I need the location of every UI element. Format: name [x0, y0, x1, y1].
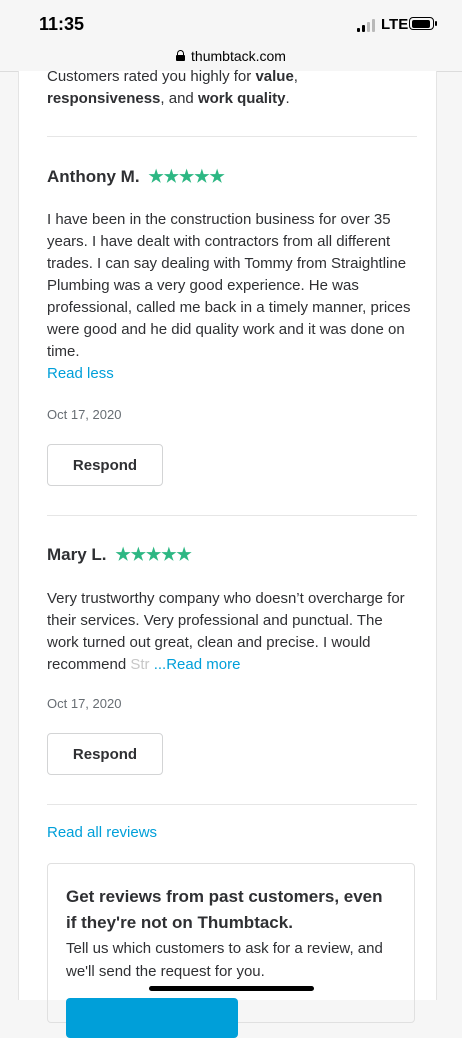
promo-action-button[interactable] — [66, 998, 238, 1038]
request-reviews-promo: Get reviews from past customers, even if… — [47, 863, 415, 1038]
star-rating-icon: ★★★★★ — [148, 167, 225, 186]
home-indicator[interactable] — [149, 986, 314, 991]
read-less-link[interactable]: Read less — [47, 365, 114, 382]
attr-work-quality: work quality — [197, 90, 286, 107]
promo-text: Tell us which customers to ask for a rev… — [66, 940, 383, 980]
promo-title: Get reviews from past customers, even if… — [66, 887, 383, 932]
divider — [47, 804, 417, 805]
status-time: 11:35 — [39, 14, 85, 34]
star-rating-icon: ★★★★★ — [115, 545, 192, 564]
review-date: Oct 17, 2020 — [47, 696, 122, 711]
signal-icon — [357, 18, 377, 32]
truncated-text: Str — [130, 656, 150, 673]
attr-value: value — [255, 68, 294, 85]
attr-responsiveness: responsiveness — [47, 90, 161, 107]
reviewer-header: Mary L. ★★★★★ — [47, 545, 417, 565]
network-label: LTE — [381, 16, 409, 33]
review-text: Very trustworthy company who doesn’t ove… — [47, 590, 405, 673]
url-text: thumbtack.com — [191, 47, 286, 64]
review-text: I have been in the construction business… — [47, 211, 411, 382]
reviewer-name: Anthony M. — [47, 167, 140, 186]
reviewer-name: Mary L. — [47, 545, 107, 564]
battery-icon — [409, 17, 437, 30]
lock-icon — [176, 50, 186, 61]
reviewer-header: Anthony M. ★★★★★ — [47, 167, 417, 187]
review-date: Oct 17, 2020 — [47, 407, 122, 422]
rating-summary: Customers rated you highly for value, re… — [47, 68, 298, 107]
respond-button[interactable]: Respond — [47, 733, 163, 775]
divider — [47, 136, 417, 137]
reviews-card: Customers rated you highly for value, re… — [18, 68, 437, 1038]
read-more-link[interactable]: ...Read more — [154, 656, 241, 673]
divider — [47, 515, 417, 516]
read-all-reviews-link[interactable]: Read all reviews — [47, 824, 417, 841]
respond-button[interactable]: Respond — [47, 444, 163, 486]
